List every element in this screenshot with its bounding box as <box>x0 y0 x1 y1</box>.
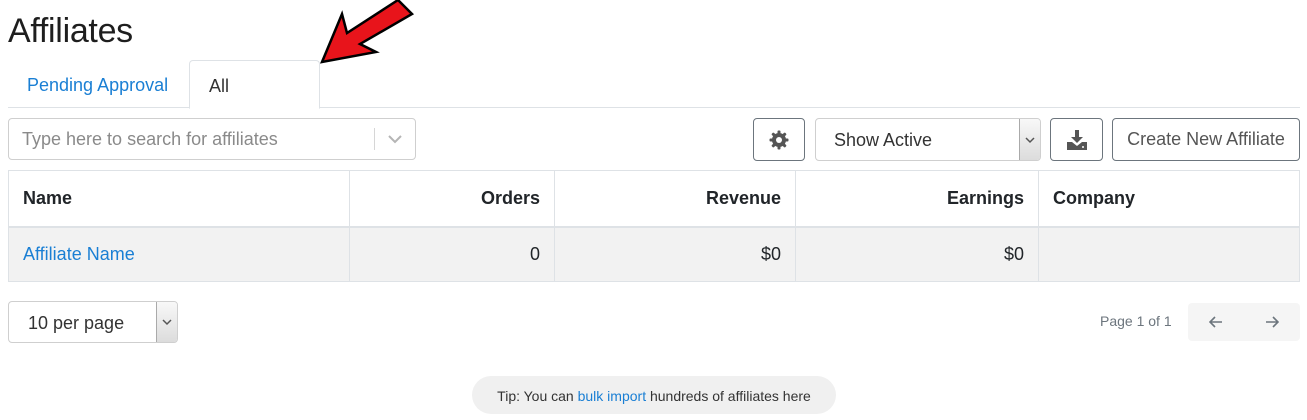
table-row: Affiliate Name 0 $0 $0 <box>8 226 1300 282</box>
chevron-down-icon <box>1025 136 1035 143</box>
affiliate-name-cell: Affiliate Name <box>8 226 350 282</box>
search-placeholder: Type here to search for affiliates <box>22 129 278 149</box>
arrow-right-icon <box>1266 316 1279 328</box>
column-header-orders[interactable]: Orders <box>349 170 555 228</box>
orders-cell: 0 <box>349 226 555 282</box>
download-button[interactable] <box>1050 118 1103 161</box>
search-input[interactable]: Type here to search for affiliates <box>8 118 416 160</box>
select-arrow[interactable] <box>156 302 177 342</box>
status-filter-select[interactable]: Show Active <box>815 118 1041 161</box>
affiliates-table: Name Orders Revenue Earnings Company Aff… <box>8 170 1300 282</box>
gear-icon <box>769 130 789 149</box>
revenue-cell: $0 <box>554 226 796 282</box>
select-arrow[interactable] <box>1019 119 1040 160</box>
page-info: Page 1 of 1 <box>1100 313 1172 329</box>
tab-pending-approval[interactable]: Pending Approval <box>8 60 187 108</box>
tab-bar: Pending Approval All Affiliates <box>8 60 1300 146</box>
earnings-cell: $0 <box>795 226 1039 282</box>
tip-prefix: Tip: You can <box>497 388 578 404</box>
status-filter-value: Show Active <box>834 130 933 150</box>
column-header-revenue[interactable]: Revenue <box>554 170 796 228</box>
column-header-company[interactable]: Company <box>1038 170 1300 228</box>
tab-all-affiliates[interactable]: All Affiliates <box>189 60 320 146</box>
tip-banner: Tip: You can bulk import hundreds of aff… <box>472 376 836 414</box>
table-header-row: Name Orders Revenue Earnings Company <box>8 170 1300 228</box>
search-separator <box>374 128 375 150</box>
company-cell <box>1038 226 1300 282</box>
chevron-down-icon <box>162 319 172 326</box>
page-title: Affiliates <box>8 12 133 50</box>
next-page-button[interactable] <box>1244 303 1300 341</box>
previous-page-button[interactable] <box>1188 303 1244 341</box>
affiliate-name-link[interactable]: Affiliate Name <box>23 244 135 264</box>
column-header-name[interactable]: Name <box>8 170 350 228</box>
create-affiliate-button[interactable]: Create New Affiliate <box>1112 118 1300 161</box>
pager <box>1188 303 1300 341</box>
arrow-left-icon <box>1209 316 1222 328</box>
bulk-import-link[interactable]: bulk import <box>578 388 646 404</box>
per-page-select[interactable]: 10 per page <box>8 301 178 343</box>
per-page-value: 10 per page <box>28 313 125 333</box>
settings-button[interactable] <box>753 118 805 161</box>
download-icon <box>1066 129 1087 150</box>
chevron-down-icon[interactable] <box>385 131 405 147</box>
annotation-arrow-icon <box>319 0 415 64</box>
tip-suffix: hundreds of affiliates here <box>646 388 811 404</box>
column-header-earnings[interactable]: Earnings <box>795 170 1039 228</box>
